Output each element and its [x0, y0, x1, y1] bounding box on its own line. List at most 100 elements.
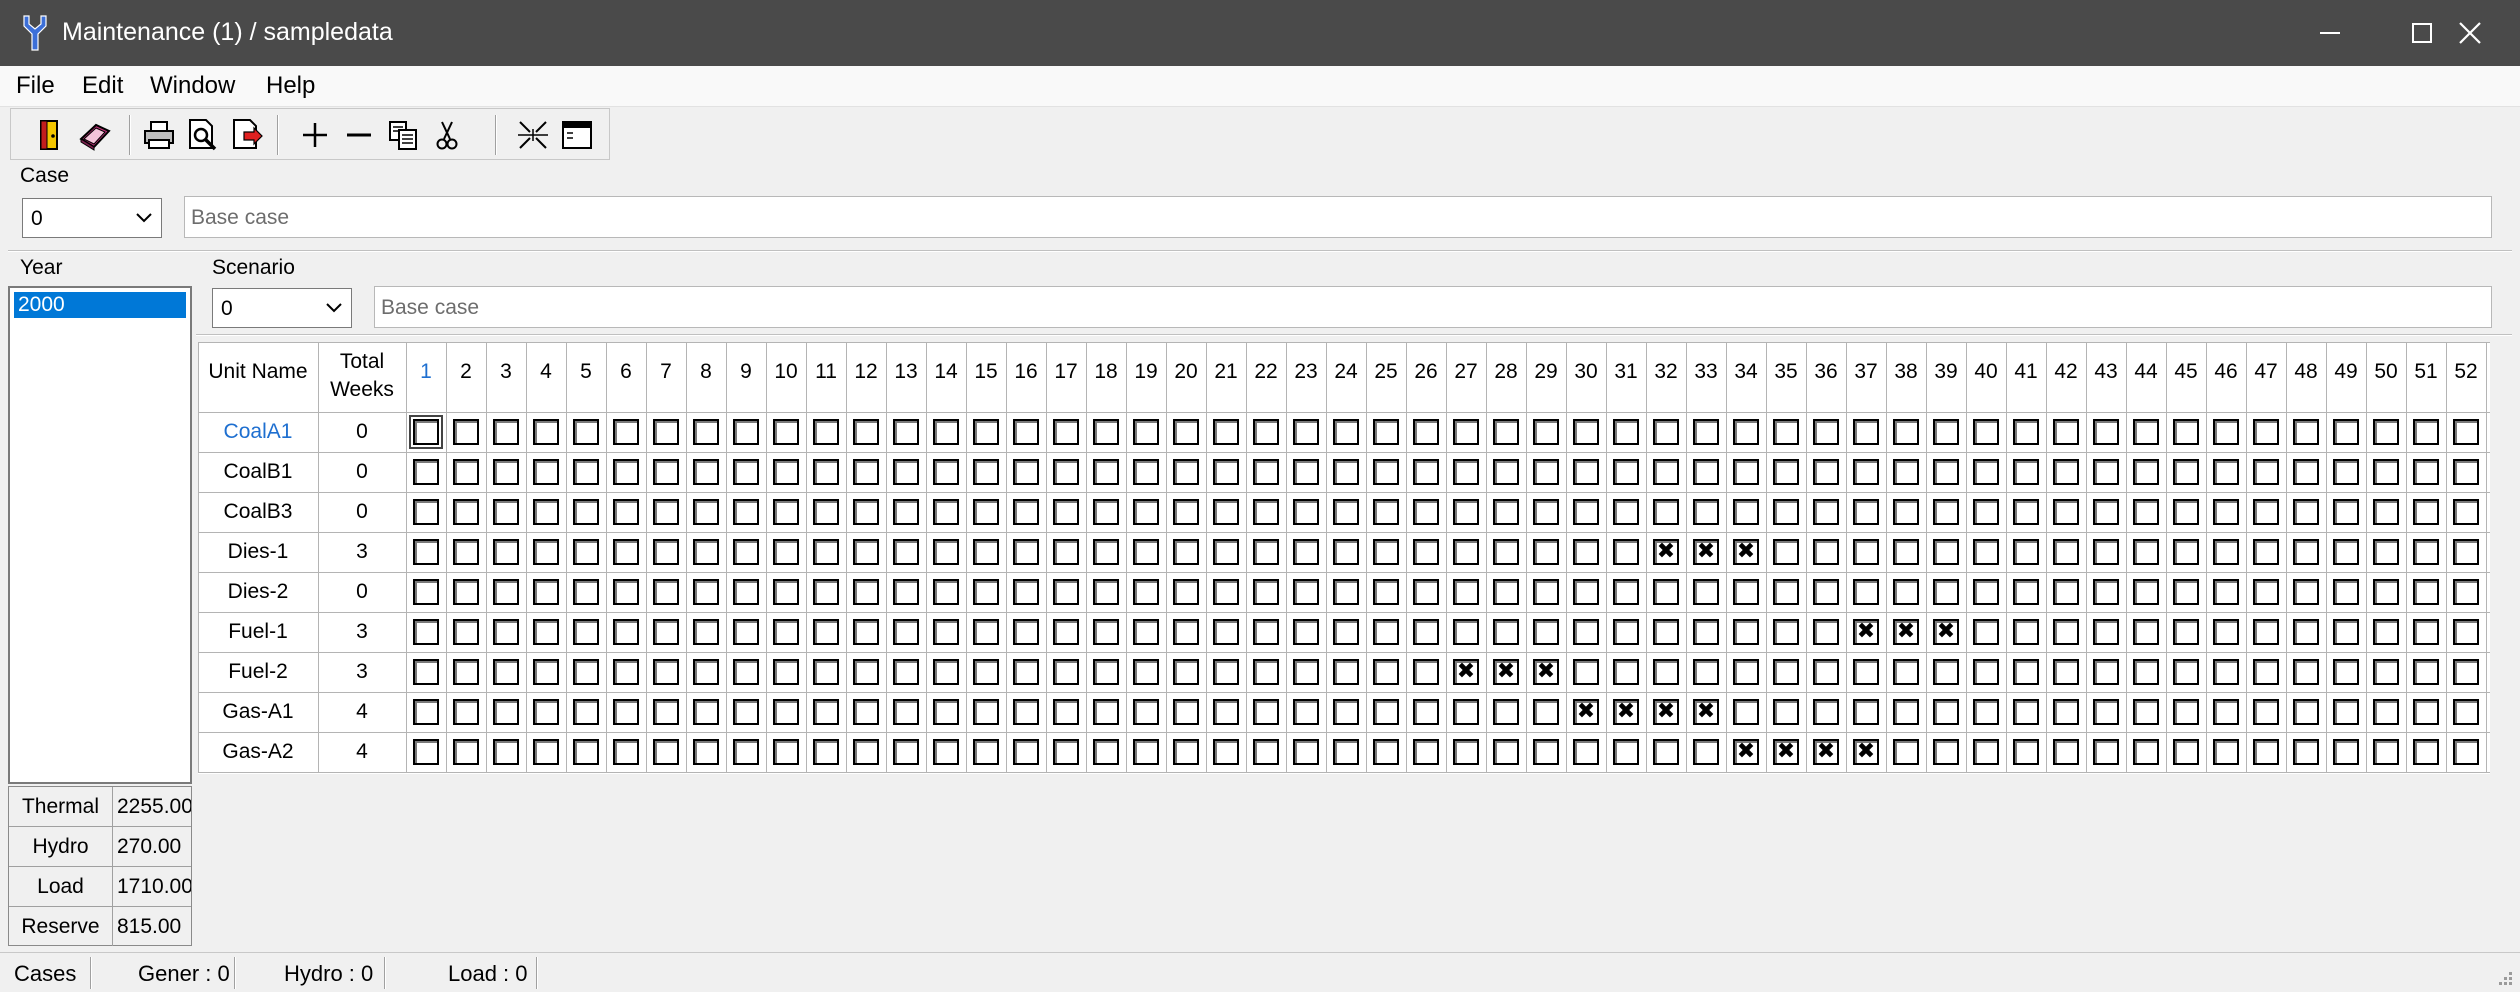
- maintenance-checkbox[interactable]: [1533, 739, 1559, 765]
- maintenance-checkbox[interactable]: [1613, 459, 1639, 485]
- maintenance-checkbox[interactable]: [533, 659, 559, 685]
- maintenance-checkbox[interactable]: [773, 659, 799, 685]
- maintenance-checkbox[interactable]: [1333, 619, 1359, 645]
- maintenance-checkbox[interactable]: [773, 499, 799, 525]
- maintenance-checkbox[interactable]: [493, 739, 519, 765]
- maintenance-checkbox[interactable]: [2013, 619, 2039, 645]
- exit-button[interactable]: [29, 115, 69, 155]
- week-header[interactable]: 42: [2046, 360, 2086, 384]
- maintenance-checkbox[interactable]: ✖: [1613, 699, 1639, 725]
- maintenance-checkbox[interactable]: [2133, 419, 2159, 445]
- maintenance-checkbox[interactable]: [1253, 499, 1279, 525]
- maintenance-checkbox[interactable]: [773, 539, 799, 565]
- maintenance-checkbox[interactable]: [1613, 419, 1639, 445]
- maintenance-checkbox[interactable]: [493, 659, 519, 685]
- maintenance-checkbox[interactable]: [1773, 579, 1799, 605]
- maintenance-checkbox[interactable]: [1693, 579, 1719, 605]
- print-button[interactable]: [139, 115, 179, 155]
- maintenance-checkbox[interactable]: [2253, 459, 2279, 485]
- maintenance-checkbox[interactable]: [1973, 579, 1999, 605]
- maintenance-checkbox[interactable]: [1573, 419, 1599, 445]
- maintenance-checkbox[interactable]: [1533, 539, 1559, 565]
- expand-button[interactable]: [513, 115, 553, 155]
- maintenance-checkbox[interactable]: [453, 619, 479, 645]
- maintenance-checkbox[interactable]: [773, 699, 799, 725]
- maintenance-checkbox[interactable]: [1653, 619, 1679, 645]
- maintenance-checkbox[interactable]: [2413, 619, 2439, 645]
- maintenance-checkbox[interactable]: [1933, 419, 1959, 445]
- maintenance-checkbox[interactable]: [973, 619, 999, 645]
- maintenance-checkbox[interactable]: ✖: [1453, 659, 1479, 685]
- maintenance-checkbox[interactable]: [2293, 579, 2319, 605]
- maintenance-checkbox[interactable]: [1973, 659, 1999, 685]
- maintenance-checkbox[interactable]: [2293, 499, 2319, 525]
- maintenance-checkbox[interactable]: [1053, 659, 1079, 685]
- maintenance-checkbox[interactable]: [2413, 539, 2439, 565]
- maintenance-checkbox[interactable]: [2293, 459, 2319, 485]
- maintenance-checkbox[interactable]: [613, 739, 639, 765]
- week-header[interactable]: 50: [2366, 360, 2406, 384]
- maintenance-checkbox[interactable]: [1653, 579, 1679, 605]
- maintenance-checkbox[interactable]: [613, 499, 639, 525]
- maintenance-checkbox[interactable]: [493, 419, 519, 445]
- maintenance-checkbox[interactable]: [813, 459, 839, 485]
- maintenance-checkbox[interactable]: [2093, 619, 2119, 645]
- maintenance-checkbox[interactable]: [1093, 579, 1119, 605]
- maintenance-checkbox[interactable]: [1733, 659, 1759, 685]
- maintenance-checkbox[interactable]: [1093, 739, 1119, 765]
- maintenance-checkbox[interactable]: [2333, 499, 2359, 525]
- maintenance-checkbox[interactable]: [893, 539, 919, 565]
- maintenance-checkbox[interactable]: [1133, 739, 1159, 765]
- maintenance-checkbox[interactable]: [933, 579, 959, 605]
- maintenance-checkbox[interactable]: [1613, 739, 1639, 765]
- maintenance-checkbox[interactable]: [2053, 539, 2079, 565]
- maintenance-checkbox[interactable]: [2333, 619, 2359, 645]
- week-header[interactable]: 45: [2166, 360, 2206, 384]
- maintenance-checkbox[interactable]: [1973, 419, 1999, 445]
- week-header[interactable]: 43: [2086, 360, 2126, 384]
- maintenance-checkbox[interactable]: [773, 579, 799, 605]
- maintenance-checkbox[interactable]: [1373, 419, 1399, 445]
- maintenance-checkbox[interactable]: [1573, 499, 1599, 525]
- maintenance-checkbox[interactable]: [1173, 659, 1199, 685]
- maintenance-checkbox[interactable]: [853, 579, 879, 605]
- maintenance-checkbox[interactable]: [973, 419, 999, 445]
- maintenance-checkbox[interactable]: [2013, 699, 2039, 725]
- maintenance-checkbox[interactable]: [1013, 419, 1039, 445]
- maintenance-checkbox[interactable]: [2373, 699, 2399, 725]
- maintenance-checkbox[interactable]: [1013, 619, 1039, 645]
- maintenance-checkbox[interactable]: [853, 419, 879, 445]
- maintenance-checkbox[interactable]: [1933, 459, 1959, 485]
- maintenance-checkbox[interactable]: [853, 739, 879, 765]
- week-header[interactable]: 4: [526, 360, 566, 384]
- maintenance-checkbox[interactable]: [573, 459, 599, 485]
- maintenance-checkbox[interactable]: [1613, 499, 1639, 525]
- week-header[interactable]: 33: [1686, 360, 1726, 384]
- maintenance-checkbox[interactable]: [813, 579, 839, 605]
- maintenance-checkbox[interactable]: [933, 419, 959, 445]
- maintenance-checkbox[interactable]: [1653, 659, 1679, 685]
- maintenance-checkbox[interactable]: [1693, 499, 1719, 525]
- maintenance-checkbox[interactable]: [2173, 539, 2199, 565]
- maintenance-checkbox[interactable]: [2133, 579, 2159, 605]
- maintenance-checkbox[interactable]: [2453, 579, 2479, 605]
- week-header[interactable]: 31: [1606, 360, 1646, 384]
- maintenance-checkbox[interactable]: [1653, 499, 1679, 525]
- maintenance-checkbox[interactable]: [973, 579, 999, 605]
- maintenance-checkbox[interactable]: [733, 739, 759, 765]
- week-header[interactable]: 7: [646, 360, 686, 384]
- maintenance-checkbox[interactable]: [2213, 579, 2239, 605]
- maintenance-checkbox[interactable]: [573, 419, 599, 445]
- maintenance-checkbox[interactable]: [1213, 739, 1239, 765]
- maintenance-checkbox[interactable]: [1533, 619, 1559, 645]
- maintenance-checkbox[interactable]: [1413, 419, 1439, 445]
- maintenance-grid[interactable]: Unit Name Total Weeks 1 2 3 4 5 6 7 8 9 10 11 12 13 14 15…: [198, 342, 2490, 774]
- maintenance-checkbox[interactable]: [1053, 739, 1079, 765]
- maintenance-checkbox[interactable]: [1533, 579, 1559, 605]
- maintenance-checkbox[interactable]: [733, 579, 759, 605]
- maintenance-checkbox[interactable]: [1493, 739, 1519, 765]
- maintenance-checkbox[interactable]: [1293, 699, 1319, 725]
- maintenance-checkbox[interactable]: [493, 699, 519, 725]
- maintenance-checkbox[interactable]: [1413, 579, 1439, 605]
- week-header[interactable]: 48: [2286, 360, 2326, 384]
